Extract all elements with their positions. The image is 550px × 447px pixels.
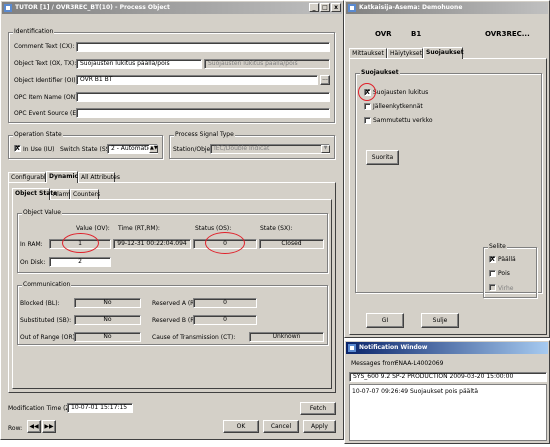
in-ram-state-field: Closed <box>259 239 324 249</box>
ok-button[interactable]: OK <box>223 420 259 433</box>
notification-window-titlebar[interactable]: Notification Window <box>346 342 548 354</box>
on-disk-label: On Disk: <box>20 259 46 266</box>
sulje-button[interactable]: Sulje <box>421 313 459 328</box>
object-text-field-2: Suojausten lukitus päällä/pois <box>204 59 330 69</box>
in-ram-time-field: 99-12-31 00:22:04.094 <box>113 239 191 249</box>
header-b1: B1 <box>411 30 422 38</box>
station-object-select: IEC/Double Indicat <box>210 144 330 154</box>
version-line: SYS_600 9.2 SP-2 PRODUCTION 2009-03-20 1… <box>349 372 547 382</box>
header-ovr3rec: OVR3REC... <box>485 30 530 38</box>
in-ram-status-field: 0 <box>193 239 257 249</box>
opc-event-label: OPC Event Source (ES): <box>14 110 85 117</box>
process-signal-title: Process Signal Type <box>174 131 235 138</box>
selite-virhe-checkbox <box>489 284 496 291</box>
maximize-button[interactable]: □ <box>320 3 330 12</box>
modification-time-field: 10-07-01 15:17:15 <box>67 403 133 413</box>
jalleenkytkennat-checkbox[interactable] <box>364 103 371 110</box>
opc-item-field[interactable] <box>76 92 330 102</box>
station-dropdown-icon: ▼ <box>321 145 330 153</box>
opc-event-field[interactable] <box>76 108 330 118</box>
col-state-header: State (SX): <box>260 225 293 232</box>
jalleenkytkennat-label: Jälleenkytkennät <box>373 103 423 110</box>
gi-button[interactable]: GI <box>366 313 404 328</box>
tab-dynamic[interactable]: Dynamic <box>46 171 78 183</box>
selite-paalla-label: Päällä <box>498 256 516 263</box>
app-icon <box>4 4 12 12</box>
messages-from-label: Messages from: <box>351 360 399 367</box>
in-ram-label: In RAM: <box>20 241 43 248</box>
opc-item-label: OPC Item Name (ON): <box>14 94 80 101</box>
object-identifier-field[interactable]: OVR B1 BT <box>76 75 318 85</box>
col-value-header: Value (OV): <box>76 225 110 232</box>
fetch-button[interactable]: Fetch <box>300 402 336 415</box>
selite-virhe-label: Virhe <box>498 285 514 292</box>
out-of-range-label: Out of Range (OR): <box>20 334 77 341</box>
operation-state-title: Operation State <box>13 131 63 138</box>
in-ram-value-field: 1 <box>49 239 111 249</box>
suojausten-lukitus-checkbox[interactable]: X <box>364 89 371 96</box>
col-time-header: Time (RT,RM): <box>118 225 160 232</box>
browse-button[interactable]: ... <box>320 75 330 85</box>
object-value-title: Object Value <box>22 209 62 216</box>
in-use-checkbox[interactable]: X <box>14 145 21 152</box>
object-text-field[interactable]: Suojausten lukitus päällä/pois <box>76 59 202 69</box>
app-icon <box>348 344 356 352</box>
reserved-a-field: 0 <box>193 298 257 308</box>
col-status-header: Status (OS): <box>195 225 232 232</box>
row-next-button[interactable]: ▶▶ <box>42 420 56 433</box>
message-list[interactable]: 10-07-07 09:26:49 Suojaukset pois päältä <box>349 384 547 441</box>
process-window-titlebar[interactable]: TUTOR [1] / OVR3REC_BT(10) - Process Obj… <box>2 2 342 14</box>
selite-pois-label: Pois <box>498 270 510 277</box>
control-window-titlebar[interactable]: Katkaisija-Asema: Demohuone <box>346 2 548 14</box>
reserved-b-field: 0 <box>193 315 257 325</box>
switch-state-label: Switch State (SS): <box>60 146 114 153</box>
blocked-label: Blocked (BL): <box>20 300 60 307</box>
in-use-label: In Use (IU) <box>23 146 55 153</box>
process-window-title: TUTOR [1] / OVR3REC_BT(10) - Process Obj… <box>15 4 170 11</box>
identification-title: Identification <box>13 28 55 35</box>
minimize-button[interactable]: _ <box>309 3 319 12</box>
substituted-label: Substituted (SB): <box>20 317 72 324</box>
notification-window-title: Notification Window <box>359 344 428 351</box>
out-of-range-field: No <box>74 332 141 342</box>
close-button[interactable]: x <box>331 3 341 12</box>
cause-label: Cause of Transmission (CT): <box>152 334 236 341</box>
substituted-field: No <box>74 315 141 325</box>
selite-paalla-checkbox: X <box>489 256 496 263</box>
selite-title: Selite <box>488 243 507 250</box>
cause-field: Unknown <box>249 332 324 342</box>
row-label: Row: <box>8 425 23 432</box>
comment-text-label: Comment Text (CX): <box>14 43 75 50</box>
notification-window: Notification Window Messages from: FNAA-… <box>344 340 550 444</box>
suorita-button[interactable]: Suorita <box>366 150 399 165</box>
app-icon <box>348 4 356 12</box>
selite-pois-checkbox <box>489 270 496 277</box>
switch-state-dropdown-icon[interactable]: ▲▼ <box>149 145 158 153</box>
row-prev-button[interactable]: ◀◀ <box>27 420 41 433</box>
suojaukset-title: Suojaukset <box>360 69 400 76</box>
comment-text-field[interactable] <box>76 42 330 52</box>
control-window: Katkaisija-Asema: Demohuone OVR B1 OVR3R… <box>344 0 550 338</box>
cancel-button[interactable]: Cancel <box>263 420 299 433</box>
blocked-field: No <box>74 298 141 308</box>
sammutettu-verkko-label: Sammutettu verkko <box>373 117 433 124</box>
on-disk-value-field[interactable]: 2 <box>49 257 111 267</box>
object-text-label: Object Text (OX, TX): <box>14 60 77 67</box>
communication-title: Communication <box>22 281 72 288</box>
message-item: 10-07-07 09:26:49 Suojaukset pois päältä <box>352 388 479 395</box>
process-object-window: TUTOR [1] / OVR3REC_BT(10) - Process Obj… <box>0 0 344 440</box>
header-ovr: OVR <box>375 30 392 38</box>
messages-from-value: FNAA-L4002069 <box>395 360 444 367</box>
sammutettu-verkko-checkbox[interactable] <box>364 117 371 124</box>
suojausten-lukitus-label: Suojausten lukitus <box>373 89 429 96</box>
apply-button[interactable]: Apply <box>303 420 336 433</box>
tab-suojaukset[interactable]: Suojaukset <box>423 47 464 59</box>
control-window-title: Katkaisija-Asema: Demohuone <box>359 4 463 11</box>
subtab-object-state[interactable]: Object State <box>12 188 57 200</box>
object-identifier-label: Object Identifier (OI): <box>14 77 78 84</box>
